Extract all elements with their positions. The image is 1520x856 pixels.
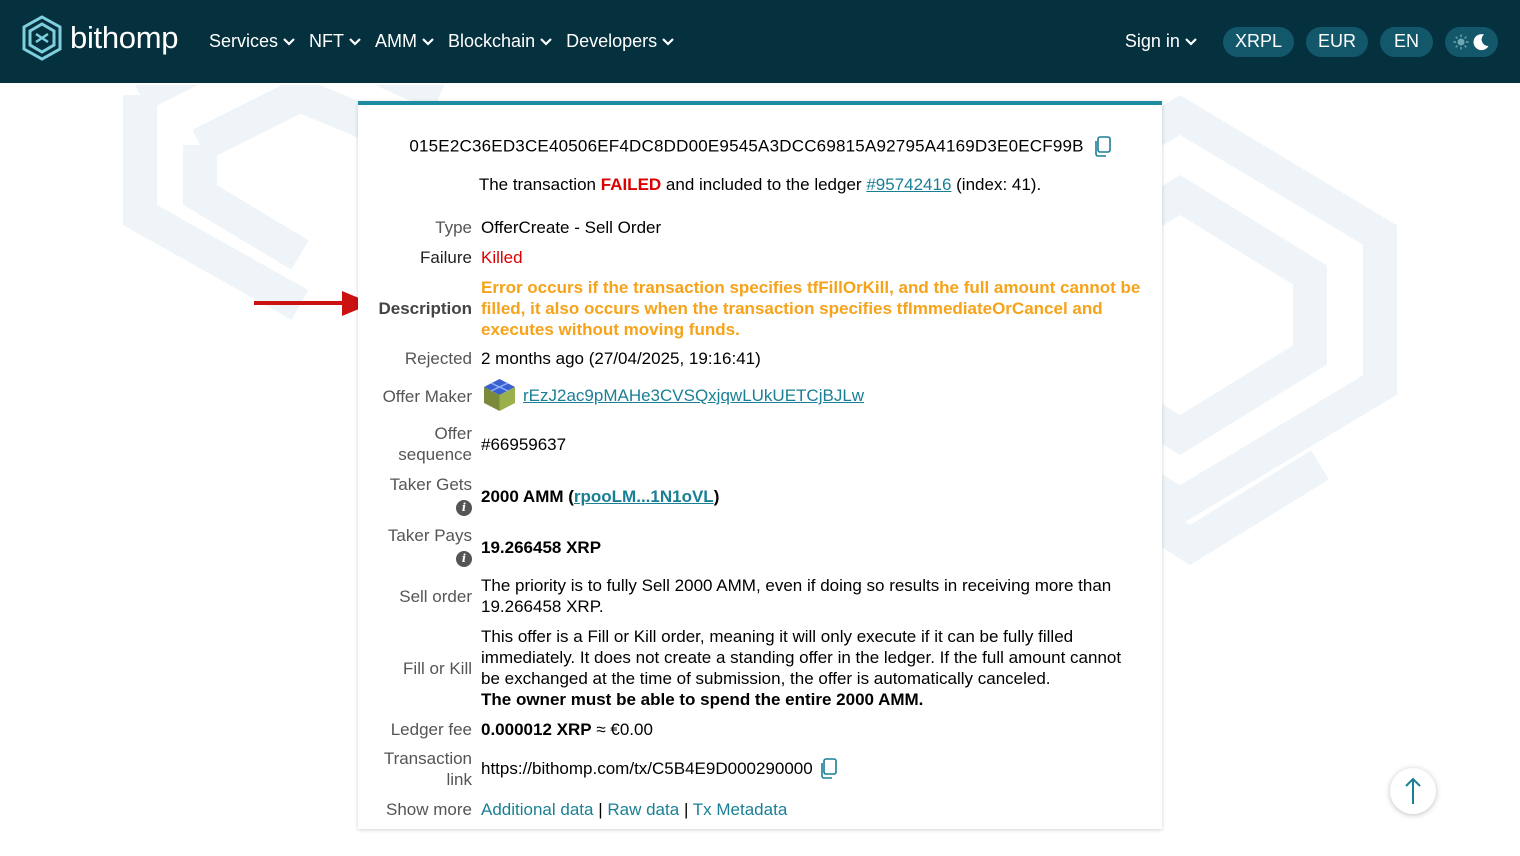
nav-label: Developers xyxy=(566,31,658,51)
language-switch-button[interactable]: EN xyxy=(1379,26,1433,57)
taker-gets-close: ) xyxy=(713,487,720,506)
separator: | xyxy=(683,800,689,819)
tx-metadata-link[interactable]: Tx Metadata xyxy=(693,800,788,819)
taker-pays-value: 19.266458 XRP xyxy=(481,538,602,557)
nav-label: AMM xyxy=(375,31,418,51)
fill-or-kill-text: This offer is a Fill or Kill order, mean… xyxy=(481,627,1122,688)
fill-or-kill-label: Fill or Kill xyxy=(403,659,472,678)
theme-toggle[interactable] xyxy=(1445,26,1498,57)
taker-pays-label: Taker Pays i xyxy=(388,525,472,567)
transaction-card: 015E2C36ED3CE40506EF4DC8DD00E9545A3DCC69… xyxy=(358,101,1162,829)
raw-data-link[interactable]: Raw data xyxy=(607,800,679,819)
taker-gets-label-text: Taker Gets xyxy=(389,475,472,494)
taker-gets-label: Taker Gets i xyxy=(390,474,472,516)
chevron-down-icon xyxy=(283,37,295,46)
sign-in-label: Sign in xyxy=(1124,31,1180,51)
offer-sequence-label-line1: Offer xyxy=(434,424,472,443)
transaction-link-label-line1: Transaction xyxy=(383,749,472,768)
row-taker-pays: Taker Pays i 19.266458 XRP xyxy=(358,525,1162,567)
rejected-label: Rejected xyxy=(404,349,472,368)
description-value: Error occurs if the transaction specifie… xyxy=(481,278,1141,339)
row-offer-sequence: Offer sequence #66959637 xyxy=(358,423,1162,467)
header-right: Sign in XRPL EUR EN xyxy=(1125,0,1498,83)
chevron-down-icon xyxy=(1185,37,1197,46)
nav-blockchain[interactable]: Blockchain xyxy=(448,31,552,52)
show-more-label: Show more xyxy=(386,800,472,819)
hash-text: 015E2C36ED3CE40506EF4DC8DD00E9545A3DCC69… xyxy=(409,136,1084,156)
annotation-arrow xyxy=(254,291,372,316)
description-label: Description xyxy=(378,299,472,318)
offer-sequence-label: Offer sequence xyxy=(398,423,472,465)
nav-developers[interactable]: Developers xyxy=(566,31,674,52)
nav-label: Services xyxy=(209,31,279,51)
transaction-status: The transaction FAILED and included to t… xyxy=(358,175,1162,195)
logo-text: bithomp xyxy=(70,20,179,55)
copy-icon[interactable] xyxy=(819,758,837,779)
bithomp-logo[interactable]: bithomp xyxy=(20,14,178,62)
rejected-value: 2 months ago (27/04/2025, 19:16:41) xyxy=(481,349,761,368)
chevron-down-icon xyxy=(540,37,552,46)
chevron-down-icon xyxy=(662,37,674,46)
row-transaction-link: Transaction link https://bithomp.com/tx/… xyxy=(358,748,1162,792)
failure-value: Killed xyxy=(481,248,523,267)
taker-gets-value: 2000 AMM (rpooLM...1N1oVL) xyxy=(481,486,1141,507)
transaction-link-label: Transaction link xyxy=(384,748,472,790)
copy-icon[interactable] xyxy=(1093,136,1111,157)
ledger-link[interactable]: #95742416 xyxy=(866,175,951,194)
scroll-to-top-button[interactable] xyxy=(1390,768,1436,814)
ledger-fee-fiat: ≈ €0.00 xyxy=(596,720,653,739)
type-label: Type xyxy=(435,218,472,237)
fill-or-kill-value: This offer is a Fill or Kill order, mean… xyxy=(481,626,1141,710)
offer-maker-link[interactable]: rEzJ2ac9pMAHe3CVSQxjqwLUkUETCjBJLw xyxy=(523,385,864,406)
info-icon[interactable]: i xyxy=(456,551,472,567)
taker-gets-amount: 2000 AMM ( xyxy=(481,487,574,506)
top-navbar: bithomp Services NFT AMM Blockchain Deve… xyxy=(0,0,1520,83)
fill-or-kill-bold: The owner must be able to spend the enti… xyxy=(481,690,924,709)
avatar xyxy=(481,377,518,414)
taker-pays-label-text: Taker Pays xyxy=(387,526,472,545)
sun-icon xyxy=(1453,34,1469,49)
chevron-down-icon xyxy=(422,37,434,46)
sell-order-value: The priority is to fully Sell 2000 AMM, … xyxy=(481,576,1112,616)
sell-order-label: Sell order xyxy=(399,587,472,606)
type-value: OfferCreate - Sell Order xyxy=(481,218,662,237)
currency-switch-button[interactable]: EUR xyxy=(1305,26,1368,57)
offer-sequence-label-line2: sequence xyxy=(398,445,472,464)
status-suffix: (index: 41). xyxy=(956,175,1042,194)
nav-label: NFT xyxy=(309,31,345,51)
row-offer-maker: Offer Maker rEzJ2ac9pMAHe3CVSQxjqwLUkUET… xyxy=(358,377,1162,415)
row-taker-gets: Taker Gets i 2000 AMM (rpooLM...1N1oVL) xyxy=(358,474,1162,516)
taker-gets-issuer-link[interactable]: rpooLM...1N1oVL xyxy=(574,487,714,506)
ledger-fee-value: 0.000012 XRP xyxy=(481,720,592,739)
arrow-up-icon xyxy=(1405,777,1421,804)
failure-label: Failure xyxy=(420,248,472,267)
additional-data-link[interactable]: Additional data xyxy=(481,800,593,819)
nav-label: Blockchain xyxy=(448,31,536,51)
offer-maker-label: Offer Maker xyxy=(382,387,472,406)
transaction-link-label-line2: link xyxy=(446,770,472,789)
network-switch-button[interactable]: XRPL xyxy=(1222,26,1294,57)
transaction-hash: 015E2C36ED3CE40506EF4DC8DD00E9545A3DCC69… xyxy=(358,136,1162,157)
chevron-down-icon xyxy=(349,37,361,46)
main-nav: Services NFT AMM Blockchain Developers xyxy=(209,0,688,83)
moon-icon xyxy=(1473,33,1489,50)
info-icon[interactable]: i xyxy=(456,500,472,516)
offer-sequence-value: #66959637 xyxy=(481,435,567,454)
status-failed: FAILED xyxy=(600,175,662,194)
status-middle: and included to the ledger xyxy=(665,175,862,194)
sign-in-menu[interactable]: Sign in xyxy=(1125,31,1197,52)
nav-nft[interactable]: NFT xyxy=(309,31,361,52)
transaction-link-value: https://bithomp.com/tx/C5B4E9D000290000 xyxy=(481,759,813,778)
ledger-fee-label: Ledger fee xyxy=(390,720,472,739)
separator: | xyxy=(598,800,603,819)
nav-services[interactable]: Services xyxy=(209,31,295,52)
nav-amm[interactable]: AMM xyxy=(375,31,434,52)
logo-icon xyxy=(22,15,62,61)
status-prefix: The transaction xyxy=(478,175,596,194)
